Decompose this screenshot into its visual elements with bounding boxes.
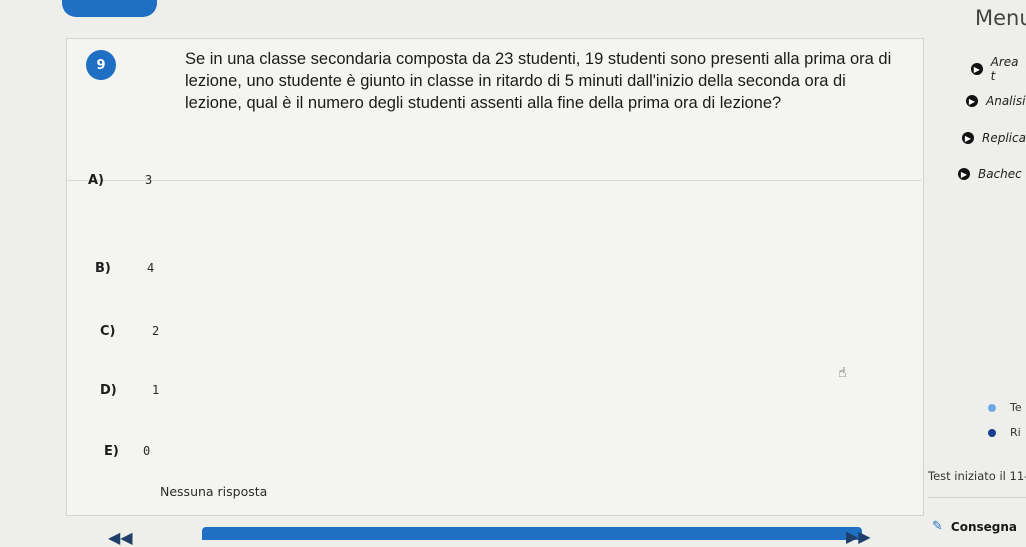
divider [928, 497, 1026, 498]
test-started-text: Test iniziato il 11- [928, 469, 1026, 483]
legend-item: Ri [988, 426, 1021, 439]
menu-item-label: Bachec [978, 167, 1022, 181]
double-chevron-left-icon[interactable]: ◀◀ [108, 528, 133, 547]
menu-item-label: Analisi [986, 94, 1026, 108]
top-tab [62, 0, 157, 17]
legend-dot-icon [988, 428, 996, 437]
legend-label: Ri [1010, 426, 1021, 439]
option-value: 0 [143, 444, 151, 458]
arrow-right-icon: ▶ [971, 63, 983, 75]
option-value: 2 [152, 324, 160, 338]
option-b[interactable]: B) 4 [95, 258, 154, 278]
option-c[interactable]: C) 2 [100, 321, 159, 341]
arrow-right-icon: ▶ [966, 95, 978, 107]
menu-item-label: Replica [982, 131, 1026, 145]
submit-label: Consegna [950, 519, 1018, 534]
option-letter: C) [100, 323, 116, 339]
menu-item-area[interactable]: ▶ Area t [971, 55, 1026, 83]
option-letter: B) [95, 260, 111, 276]
option-d[interactable]: D) 1 [100, 380, 159, 400]
option-letter: D) [100, 382, 117, 398]
option-e[interactable]: E) 0 [104, 441, 150, 461]
legend-label: Te [1010, 401, 1022, 414]
double-chevron-right-icon[interactable]: ▶▶ [846, 527, 871, 546]
legend-item: Te [988, 401, 1022, 414]
legend-dot-icon [988, 403, 996, 412]
menu-item-label: Area t [990, 55, 1019, 83]
option-value: 3 [145, 173, 153, 187]
question-number-badge: 9 [86, 50, 116, 80]
hand-cursor-icon: ☝ [838, 365, 847, 381]
arrow-right-icon: ▶ [962, 132, 974, 144]
no-answer-option[interactable]: Nessuna risposta [160, 484, 267, 499]
option-letter: E) [104, 443, 119, 459]
menu-title[interactable]: Menu [975, 6, 1026, 30]
pencil-icon: ✎ [932, 519, 943, 534]
submit-button[interactable]: ✎ Consegna [932, 519, 1017, 534]
divider [66, 180, 922, 181]
bottom-nav-bar[interactable] [202, 527, 862, 540]
option-value: 4 [147, 261, 155, 275]
option-value: 1 [152, 383, 160, 397]
menu-item-analisi[interactable]: ▶ Analisi [966, 94, 1025, 108]
arrow-right-icon: ▶ [958, 168, 970, 180]
option-letter: A) [88, 172, 105, 188]
menu-item-bacheca[interactable]: ▶ Bachec [958, 167, 1022, 181]
question-text: Se in una classe secondaria composta da … [185, 50, 892, 112]
option-a[interactable]: A) 3 [88, 170, 152, 190]
menu-item-replica[interactable]: ▶ Replica [962, 131, 1026, 145]
